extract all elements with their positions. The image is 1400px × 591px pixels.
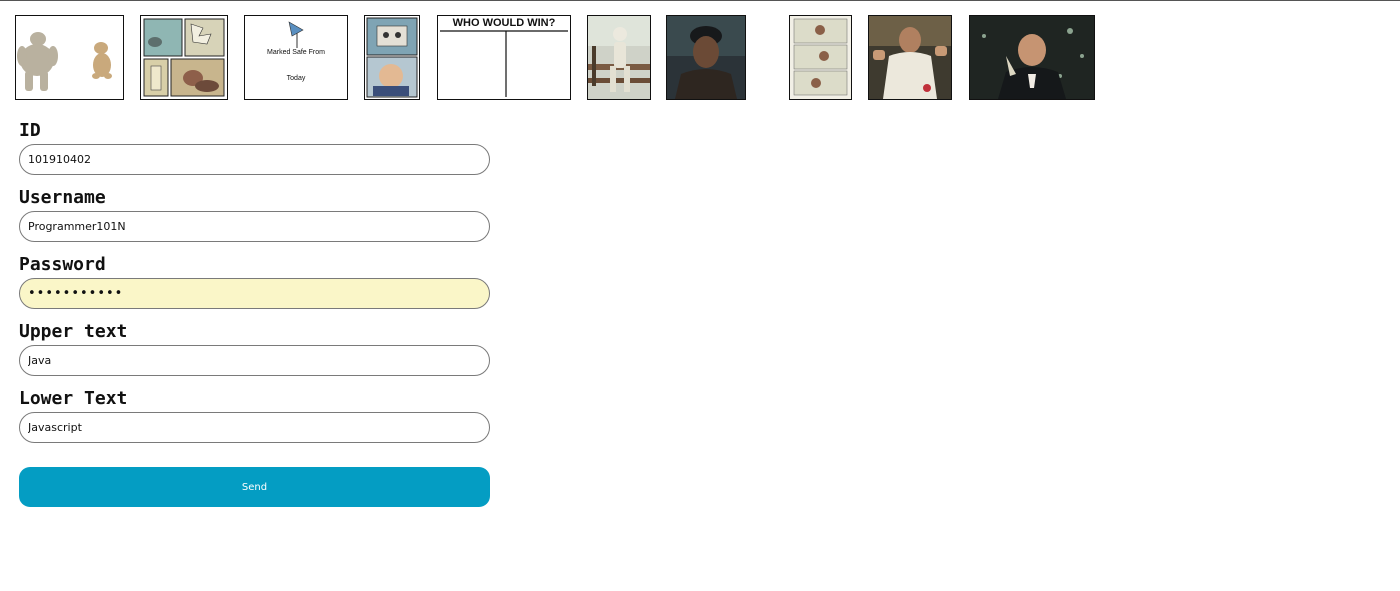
template-buddy-christ[interactable] (868, 15, 952, 100)
lower-text-input[interactable] (19, 412, 490, 443)
lower-text-label: Lower Text (19, 388, 128, 409)
username-field-group: Username (19, 187, 490, 254)
template-marked-safe-from[interactable]: Marked Safe From Today (244, 15, 348, 100)
template-man-in-hat[interactable] (666, 15, 746, 100)
password-label: Password (19, 254, 106, 275)
password-field-group: Password (19, 254, 490, 321)
id-input[interactable] (19, 144, 490, 175)
template-skeleton-bench[interactable] (587, 15, 651, 100)
template-text-top: Marked Safe From (267, 49, 325, 56)
username-input[interactable] (19, 211, 490, 242)
template-text-bottom: Today (286, 75, 306, 82)
id-field-group: ID (19, 120, 490, 187)
upper-text-input[interactable] (19, 345, 490, 376)
upper-text-field-group: Upper text (19, 321, 490, 388)
meme-form: ID Username Password Upper text Lower Te… (19, 120, 490, 507)
template-two-buttons[interactable] (364, 15, 420, 100)
template-comic-strip[interactable] (140, 15, 228, 100)
id-label: ID (19, 120, 41, 141)
upper-text-label: Upper text (19, 321, 128, 342)
template-three-panel[interactable] (789, 15, 852, 100)
send-button[interactable]: Send (19, 467, 490, 507)
lower-text-field-group: Lower Text (19, 388, 490, 455)
top-border (0, 0, 1400, 1)
template-swole-doge[interactable] (15, 15, 124, 100)
template-leonardo-toast[interactable] (969, 15, 1095, 100)
password-input[interactable] (19, 278, 490, 309)
template-who-would-win[interactable]: WHO WOULD WIN? (437, 15, 571, 100)
username-label: Username (19, 187, 106, 208)
